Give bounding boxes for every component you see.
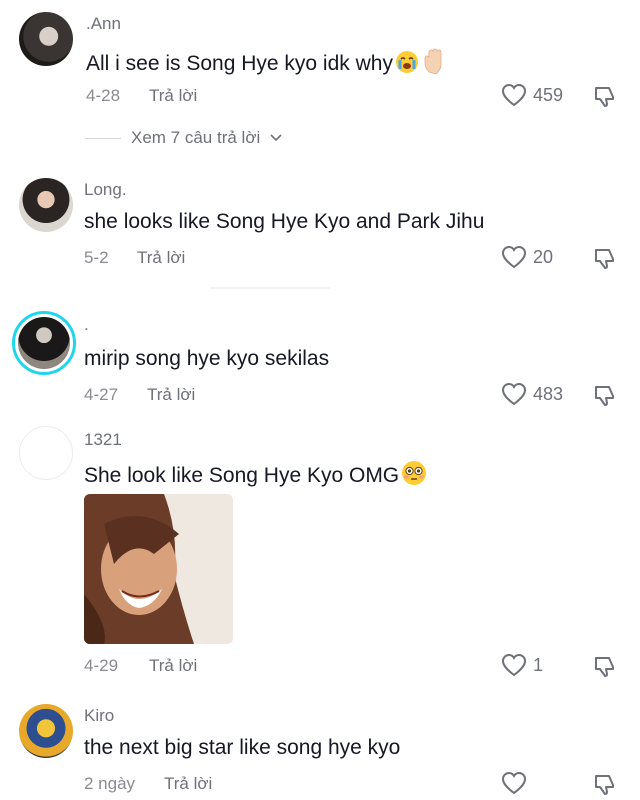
comment-date: 4-29	[84, 656, 119, 675]
dislike-button[interactable]	[593, 84, 617, 113]
avatar[interactable]	[19, 12, 73, 66]
comment-date: 5-2	[84, 248, 109, 267]
chevron-down-icon	[270, 128, 282, 148]
like-count: 483	[533, 383, 564, 404]
avatar[interactable]	[19, 426, 73, 480]
laughing-person-image	[84, 494, 233, 644]
like-button[interactable]: 20	[501, 245, 553, 269]
reply-button[interactable]: Trả lời	[149, 656, 197, 676]
heart-icon	[501, 771, 527, 795]
view-replies-label: Xem 7 câu trả lời	[131, 128, 261, 147]
raised-hand-icon	[421, 48, 447, 80]
heart-icon	[501, 382, 527, 406]
username[interactable]: Kiro	[84, 706, 114, 726]
comment-date: 4-27	[84, 385, 119, 404]
like-button[interactable]: 1	[501, 653, 543, 677]
comment-text: All i see is Song Hye kyo idk why	[86, 48, 447, 80]
avatar-image	[18, 317, 70, 369]
avatar[interactable]	[19, 178, 73, 232]
like-button[interactable]: 483	[501, 382, 563, 406]
dislike-button[interactable]	[593, 383, 617, 412]
like-count: 1	[533, 654, 544, 675]
comment-date: 4-28	[86, 86, 121, 105]
dislike-button[interactable]	[593, 772, 617, 800]
divider	[85, 137, 121, 139]
heart-icon	[501, 653, 527, 677]
comment-text-content: All i see is Song Hye kyo idk why	[86, 52, 393, 75]
view-replies-button[interactable]: Xem 7 câu trả lời	[85, 128, 282, 148]
comment-1: .Ann All i see is Song Hye kyo idk why 4…	[0, 0, 640, 120]
comment-2: Long. she looks like Song Hye Kyo and Pa…	[0, 170, 640, 280]
reply-button[interactable]: Trả lời	[147, 385, 195, 405]
comment-date: 2 ngày	[84, 774, 136, 793]
divider	[210, 287, 330, 289]
avatar[interactable]	[12, 311, 76, 375]
thumbs-down-icon	[593, 657, 617, 682]
username[interactable]: 1321	[84, 430, 122, 450]
thumbs-down-icon	[593, 87, 617, 112]
flushed-face-icon	[401, 460, 427, 492]
username[interactable]: .Ann	[86, 14, 121, 34]
reply-button[interactable]: Trả lời	[164, 774, 212, 794]
comment-text-content: She look like Song Hye Kyo OMG	[84, 464, 400, 487]
reply-button[interactable]: Trả lời	[137, 248, 185, 268]
dislike-button[interactable]	[593, 246, 617, 275]
heart-icon	[501, 245, 527, 269]
username[interactable]: Long.	[84, 180, 127, 200]
reply-button[interactable]: Trả lời	[149, 86, 197, 106]
comment-5: Kiro the next big star like song hye kyo…	[0, 700, 640, 800]
like-count: 459	[533, 84, 564, 105]
like-button[interactable]	[501, 771, 533, 795]
comment-text: the next big star like song hye kyo	[84, 736, 401, 759]
loudly-crying-face-icon	[395, 50, 419, 80]
thumbs-down-icon	[593, 386, 617, 411]
thumbs-down-icon	[593, 249, 617, 274]
heart-icon	[501, 83, 527, 107]
like-count: 20	[533, 246, 554, 267]
like-button[interactable]: 459	[501, 83, 563, 107]
comment-text: She look like Song Hye Kyo OMG	[84, 460, 427, 492]
username[interactable]: .	[84, 315, 89, 335]
avatar[interactable]	[19, 704, 73, 758]
comment-text: she looks like Song Hye Kyo and Park Jih…	[84, 210, 485, 233]
dislike-button[interactable]	[593, 654, 617, 683]
thumbs-down-icon	[593, 775, 617, 800]
comment-text: mirip song hye kyo sekilas	[84, 347, 330, 370]
comment-photo[interactable]	[84, 494, 233, 644]
comment-3: . mirip song hye kyo sekilas 4-27 Trả lờ…	[0, 305, 640, 415]
